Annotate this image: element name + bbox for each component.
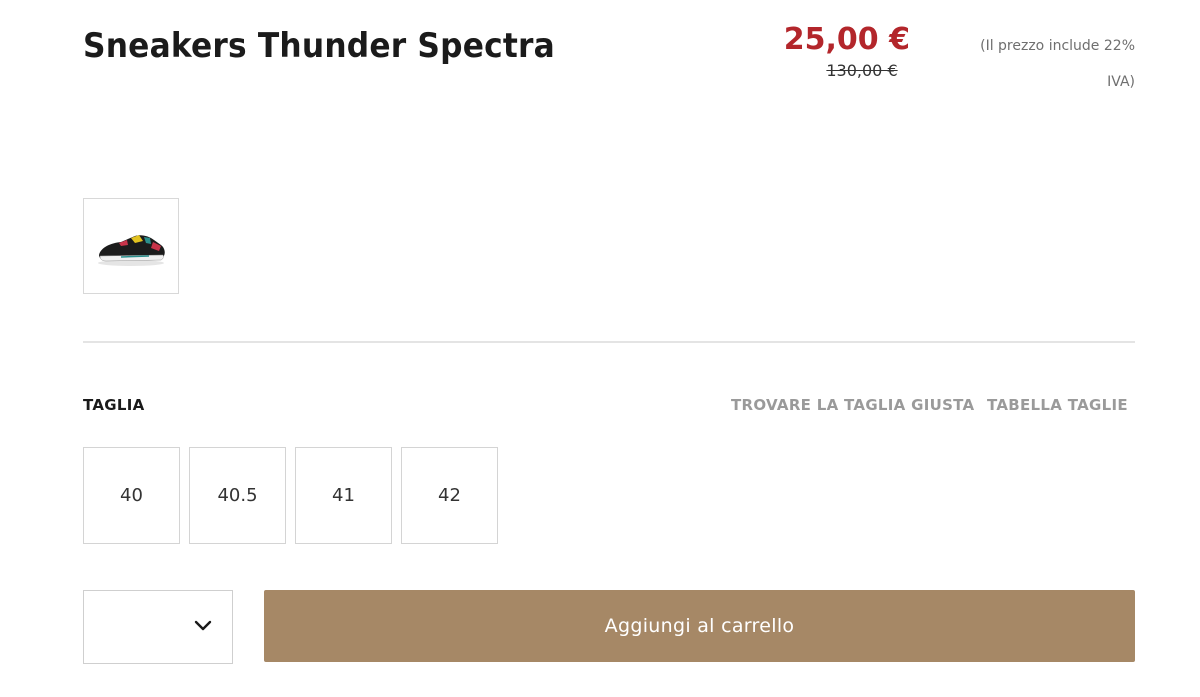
price-block: 25,00 € 130,00 € xyxy=(780,22,910,80)
sneaker-thumbnail xyxy=(98,235,165,266)
original-price: 130,00 € xyxy=(826,61,898,80)
quantity-select[interactable] xyxy=(83,590,233,664)
size-option-41[interactable]: 41 xyxy=(295,447,392,544)
size-options: 40 40.5 41 42 xyxy=(83,447,498,544)
size-option-40-5[interactable]: 40.5 xyxy=(189,447,286,544)
size-chart-link[interactable]: TABELLA TAGLIE xyxy=(987,396,1128,414)
find-size-link[interactable]: TROVARE LA TAGLIA GIUSTA xyxy=(731,396,974,414)
size-option-40[interactable]: 40 xyxy=(83,447,180,544)
product-thumbnail[interactable] xyxy=(83,198,179,294)
size-label: TAGLIA xyxy=(83,396,145,414)
vat-note: (Il prezzo include 22% IVA) xyxy=(980,38,1135,90)
product-title: Sneakers Thunder Spectra xyxy=(83,26,555,66)
section-divider xyxy=(83,341,1135,343)
chevron-down-icon xyxy=(194,620,212,631)
add-to-cart-button[interactable]: Aggiungi al carrello xyxy=(264,590,1135,662)
size-option-42[interactable]: 42 xyxy=(401,447,498,544)
current-price: 25,00 € xyxy=(783,22,910,57)
